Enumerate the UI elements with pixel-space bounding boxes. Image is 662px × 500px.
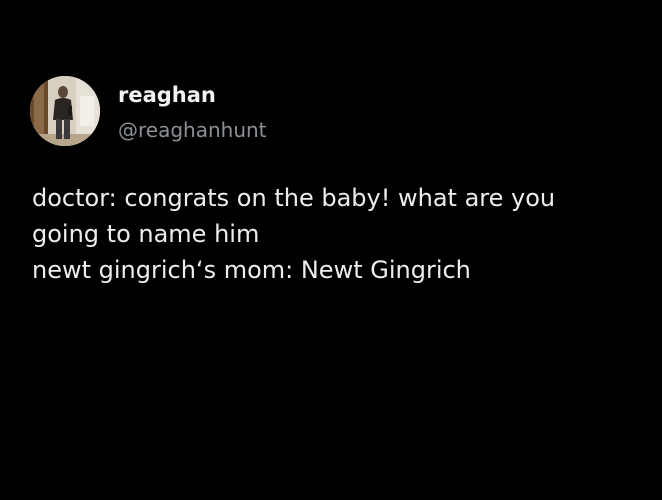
tweet-text-line: newt gingrich‘s mom: Newt Gingrich bbox=[32, 256, 471, 284]
tweet-text-line: doctor: congrats on the baby! what are y… bbox=[32, 184, 556, 212]
author-display-name[interactable]: reaghan bbox=[118, 81, 216, 109]
profile-photo-icon bbox=[30, 76, 100, 146]
author-handle[interactable]: @reaghanhunt bbox=[118, 116, 267, 144]
profile-avatar[interactable] bbox=[30, 76, 100, 146]
tweet-text-line: going to name him bbox=[32, 220, 260, 248]
tweet-text: doctor: congrats on the baby! what are y… bbox=[32, 180, 652, 288]
tweet-card: reaghan @reaghanhunt doctor: congrats on… bbox=[0, 0, 662, 500]
